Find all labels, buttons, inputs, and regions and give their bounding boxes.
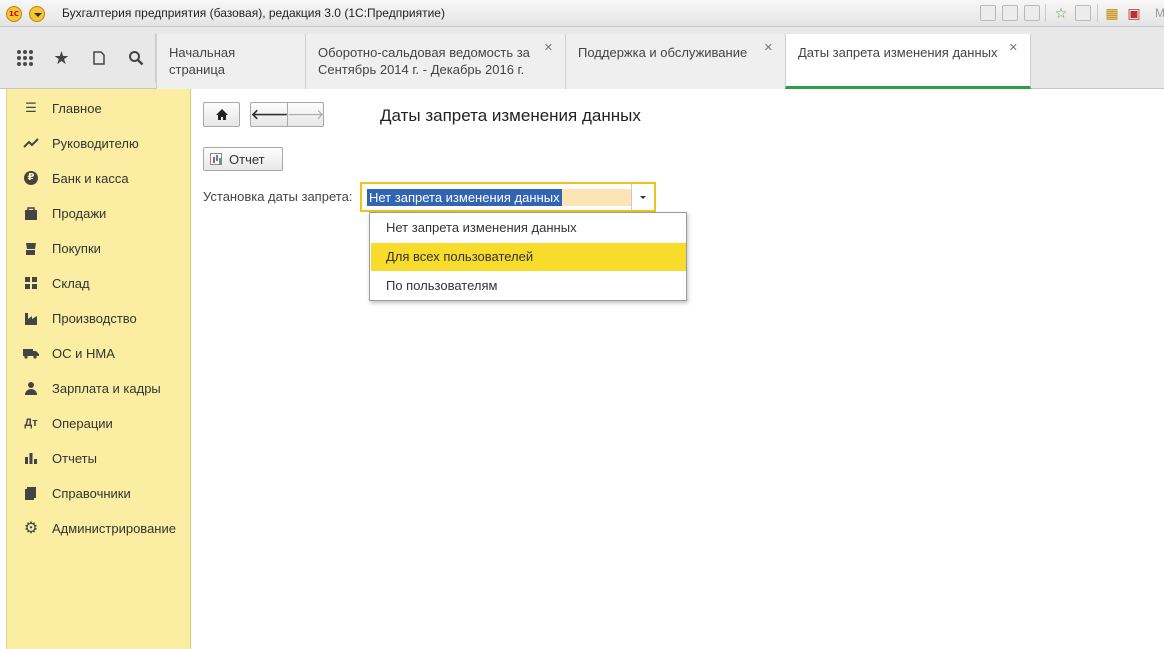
tab-home[interactable]: Начальная страница	[156, 34, 305, 89]
sidebar-item-label: Справочники	[52, 485, 131, 501]
closing-date-setting-select[interactable]: Нет запрета изменения данных	[360, 182, 656, 212]
books-icon	[23, 485, 39, 501]
dropdown-option-per-user[interactable]: По пользователям	[371, 272, 686, 300]
cart-icon	[23, 240, 39, 256]
forward-button[interactable]: 🡒	[287, 102, 324, 127]
combo-selected-text: Нет запрета изменения данных	[367, 189, 562, 206]
sidebar-item-warehouse[interactable]: Склад	[7, 269, 191, 297]
truck-icon	[23, 345, 39, 361]
sidebar-item-label: Банк и касса	[52, 170, 129, 186]
tab-label: Даты запрета изменения данных	[798, 45, 998, 60]
sidebar-item-administration[interactable]: ⚙ Администрирование	[7, 514, 191, 542]
report-icon	[210, 153, 222, 165]
gear-icon: ⚙	[23, 520, 39, 537]
sidebar-item-label: Руководителю	[52, 135, 139, 151]
calculator-icon[interactable]: ▦	[1103, 4, 1121, 22]
favorites-star-icon[interactable]: ☆	[1052, 4, 1070, 22]
sidebar-item-label: Главное	[52, 100, 102, 116]
combo-value-area[interactable]: Нет запрета изменения данных	[367, 189, 631, 206]
section-bar: ★ Начальная страница Оборотно-сальдовая …	[0, 27, 1164, 89]
sidebar-item-label: Склад	[52, 275, 90, 291]
grid-icon	[16, 50, 33, 66]
sidebar-item-reports[interactable]: Отчеты	[7, 444, 191, 472]
sections-sidebar: ☰ Главное Руководителю ₽ Банк и касса Пр…	[6, 89, 191, 649]
sidebar-item-label: Операции	[52, 415, 113, 431]
warehouse-icon	[23, 275, 39, 291]
person-icon	[23, 380, 39, 396]
sidebar-item-label: ОС и НМА	[52, 345, 115, 361]
dropdown-option-no-restriction[interactable]: Нет запрета изменения данных	[371, 214, 686, 242]
closing-date-setting-label: Установка даты запрета:	[203, 189, 353, 204]
sidebar-item-label: Зарплата и кадры	[52, 380, 161, 396]
sidebar-item-operations[interactable]: Дт Операции	[7, 409, 191, 437]
sidebar-item-sales[interactable]: Продажи	[7, 199, 191, 227]
report-button-label: Отчет	[229, 152, 265, 167]
search-button[interactable]	[117, 27, 154, 89]
sidebar-item-label: Покупки	[52, 240, 101, 256]
menu-lines-icon: ☰	[25, 100, 37, 115]
toolbar-divider	[1097, 4, 1098, 22]
sidebar-item-bank[interactable]: ₽ Банк и касса	[7, 164, 191, 192]
favorites-button[interactable]: ★	[43, 27, 80, 89]
toolbar-divider	[1045, 4, 1046, 22]
calendar-icon[interactable]: ▣	[1125, 4, 1143, 22]
dropdown-option-all-users[interactable]: Для всех пользователей	[371, 243, 686, 271]
arrow-left-icon: 🡐	[250, 106, 289, 122]
sidebar-item-label: Производство	[52, 310, 137, 326]
page-title: Даты запрета изменения данных	[380, 106, 641, 125]
report-button[interactable]: Отчет	[203, 147, 283, 171]
close-icon[interactable]: ✕	[544, 40, 553, 57]
home-button[interactable]	[203, 102, 240, 127]
tab-label: Оборотно-сальдовая ведомость за Сентябрь…	[318, 45, 530, 77]
tab-closing-dates[interactable]: Даты запрета изменения данных ✕	[785, 34, 1031, 89]
tab-label: Поддержка и обслуживание	[578, 45, 748, 60]
tab-trial-balance[interactable]: Оборотно-сальдовая ведомость за Сентябрь…	[305, 34, 565, 89]
bar-chart-icon	[23, 450, 39, 466]
all-functions-button[interactable]	[6, 27, 43, 89]
window-title-bar: 1С Бухгалтерия предприятия (базовая), ре…	[0, 0, 1164, 27]
sidebar-item-label: Отчеты	[52, 450, 97, 466]
window-menu-letter: M	[1155, 6, 1164, 20]
print-icon[interactable]	[1002, 5, 1018, 21]
preview-icon[interactable]	[1024, 5, 1040, 21]
sidebar-item-manager[interactable]: Руководителю	[7, 129, 191, 157]
search-icon	[128, 51, 143, 66]
app-logo-icon[interactable]: 1С	[6, 6, 22, 22]
chevron-down-icon[interactable]	[631, 184, 654, 210]
tab-support[interactable]: Поддержка и обслуживание ✕	[565, 34, 785, 89]
close-icon[interactable]: ✕	[1009, 40, 1018, 57]
ruble-icon: ₽	[23, 170, 39, 186]
save-icon[interactable]	[980, 5, 996, 21]
factory-icon	[23, 310, 39, 326]
close-icon[interactable]: ✕	[764, 40, 773, 57]
home-icon	[215, 109, 228, 120]
sidebar-item-production[interactable]: Производство	[7, 304, 191, 332]
sidebar-item-label: Продажи	[52, 205, 107, 221]
history-icon	[92, 51, 105, 65]
sidebar-item-fixed-assets[interactable]: ОС и НМА	[7, 339, 191, 367]
sidebar-item-purchases[interactable]: Покупки	[7, 234, 191, 262]
sidebar-item-main[interactable]: ☰ Главное	[7, 94, 191, 122]
window-title: Бухгалтерия предприятия (базовая), редак…	[62, 6, 445, 20]
dropdown-list: Нет запрета изменения данных Для всех по…	[369, 212, 687, 301]
history-icon[interactable]	[1075, 5, 1091, 21]
operations-icon: Дт	[24, 417, 38, 429]
tab-label: Начальная страница	[169, 45, 236, 77]
sidebar-item-salary[interactable]: Зарплата и кадры	[7, 374, 191, 402]
arrow-right-icon: 🡒	[286, 106, 325, 122]
sidebar-item-catalogs[interactable]: Справочники	[7, 479, 191, 507]
bag-icon	[23, 205, 39, 221]
trend-icon	[23, 135, 39, 151]
main-menu-button[interactable]	[29, 6, 45, 22]
back-button[interactable]: 🡐	[250, 102, 288, 127]
star-icon: ★	[53, 47, 70, 68]
history-button[interactable]	[80, 27, 117, 89]
sidebar-item-label: Администрирование	[52, 520, 176, 536]
